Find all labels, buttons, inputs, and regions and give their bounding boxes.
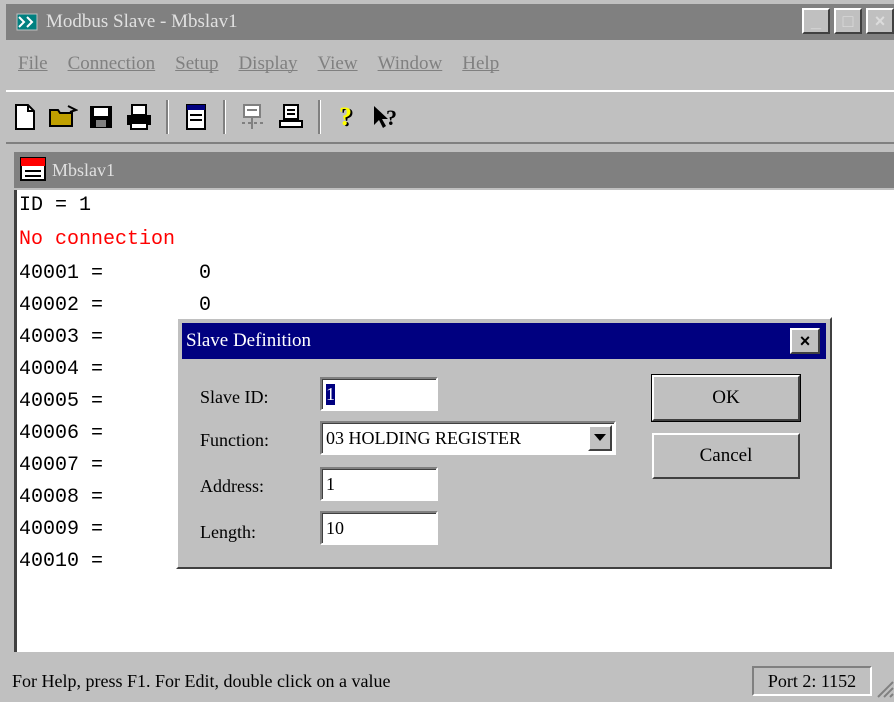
chevron-down-icon[interactable] xyxy=(588,425,612,451)
save-icon[interactable] xyxy=(82,98,120,136)
connect-icon[interactable] xyxy=(234,98,272,136)
child-window-titlebar: Mbslav1 xyxy=(14,152,894,188)
help-icon[interactable]: ?? xyxy=(329,98,367,136)
resize-grip-icon[interactable] xyxy=(874,678,894,698)
menu-connection[interactable]: Connection xyxy=(68,53,156,75)
menu-display[interactable]: Display xyxy=(238,53,297,75)
menu-help[interactable]: Help xyxy=(462,53,499,75)
minimize-button[interactable]: _ xyxy=(802,8,830,34)
window-title: Modbus Slave - Mbslav1 xyxy=(46,11,238,32)
open-icon[interactable] xyxy=(44,98,82,136)
length-label: Length: xyxy=(200,522,256,542)
ok-button[interactable]: OK xyxy=(652,375,800,421)
slave-definition-dialog: Slave Definition × Slave ID: 1 Function:… xyxy=(176,317,832,569)
function-select[interactable]: 03 HOLDING REGISTER xyxy=(320,421,616,455)
port-indicator: Port 2: 1152 xyxy=(752,666,872,696)
dialog-titlebar: Slave Definition × xyxy=(182,323,826,359)
menu-setup[interactable]: Setup xyxy=(175,53,218,75)
connection-status: No connection xyxy=(19,228,176,251)
menu-file[interactable]: File xyxy=(18,53,48,75)
modbus-app-icon xyxy=(16,13,38,31)
new-icon[interactable] xyxy=(6,98,44,136)
register-row[interactable]: 40002 = 0 xyxy=(19,294,211,317)
register-row[interactable]: 40010 = xyxy=(19,550,103,573)
toolbar-separator xyxy=(223,100,226,134)
slave-id-value: 1 xyxy=(326,383,335,405)
register-row[interactable]: 40003 = xyxy=(19,326,103,349)
cancel-button[interactable]: Cancel xyxy=(652,433,800,479)
function-value: 03 HOLDING REGISTER xyxy=(326,427,521,448)
register-row[interactable]: 40004 = xyxy=(19,358,103,381)
length-value: 10 xyxy=(326,517,344,538)
address-value: 1 xyxy=(326,473,335,494)
dialog-close-button[interactable]: × xyxy=(790,328,820,354)
disconnect-icon[interactable] xyxy=(272,98,310,136)
slave-id-label: Slave ID: xyxy=(200,387,269,407)
status-bar: For Help, press F1. For Edit, double cli… xyxy=(6,662,894,700)
child-window-title: Mbslav1 xyxy=(52,159,115,180)
status-message: For Help, press F1. For Edit, double cli… xyxy=(12,670,391,691)
svg-text:?: ? xyxy=(386,105,397,130)
menu-bar: File Connection Setup Display View Windo… xyxy=(6,44,894,84)
toolbar-separator xyxy=(166,100,169,134)
slave-id-field[interactable]: 1 xyxy=(320,377,438,411)
register-row[interactable]: 40009 = xyxy=(19,518,103,541)
menu-view[interactable]: View xyxy=(318,53,358,75)
view-icon[interactable] xyxy=(177,98,215,136)
register-row[interactable]: 40008 = xyxy=(19,486,103,509)
toolbar: ?? ? xyxy=(6,90,894,144)
slave-id-line: ID = 1 xyxy=(19,194,92,217)
dialog-title: Slave Definition xyxy=(186,330,312,351)
register-row[interactable]: 40001 = 0 xyxy=(19,262,211,285)
close-button[interactable]: × xyxy=(866,8,894,34)
maximize-button[interactable]: □ xyxy=(834,8,862,34)
svg-text:?: ? xyxy=(339,103,352,131)
print-icon[interactable] xyxy=(120,98,158,136)
toolbar-separator xyxy=(318,100,321,134)
context-help-icon[interactable]: ? xyxy=(367,98,405,136)
register-row[interactable]: 40007 = xyxy=(19,454,103,477)
address-label: Address: xyxy=(200,476,264,496)
function-label: Function: xyxy=(200,430,270,450)
length-field[interactable]: 10 xyxy=(320,511,438,545)
address-field[interactable]: 1 xyxy=(320,467,438,501)
register-row[interactable]: 40006 = xyxy=(19,422,103,445)
title-bar: Modbus Slave - Mbslav1 _ □ × xyxy=(6,4,894,40)
app-window: Modbus Slave - Mbslav1 _ □ × File Connec… xyxy=(0,0,894,702)
document-icon xyxy=(20,157,46,181)
menu-window[interactable]: Window xyxy=(378,53,443,75)
register-row[interactable]: 40005 = xyxy=(19,390,103,413)
